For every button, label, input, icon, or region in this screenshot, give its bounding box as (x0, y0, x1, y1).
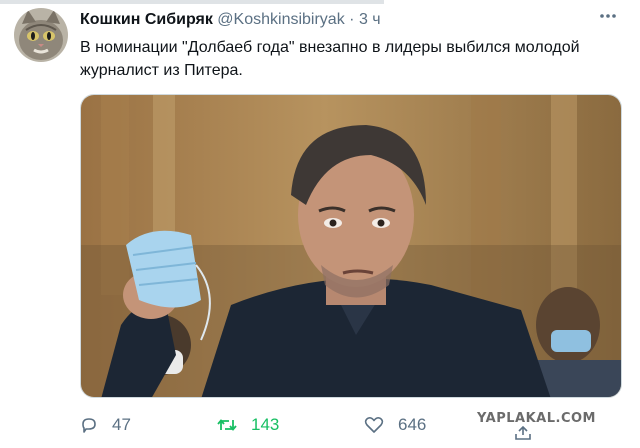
reply-button[interactable]: 47 (80, 412, 131, 438)
more-icon (600, 14, 616, 18)
like-button[interactable]: 646 (364, 412, 426, 438)
user-handle[interactable]: @Koshkinsibiryak (217, 11, 344, 28)
timestamp[interactable]: 3 ч (359, 11, 381, 28)
like-count: 646 (398, 415, 427, 434)
share-button[interactable] (514, 425, 532, 440)
cat-avatar-icon (14, 8, 68, 62)
separator-dot: · (349, 11, 355, 28)
avatar[interactable] (14, 8, 68, 62)
watermark-text: YAPLAKAL.COM (477, 411, 596, 426)
tweet-text: В номинации "Долбаеб года" внезапно в ли… (80, 39, 580, 79)
retweet-button[interactable]: 143 (217, 412, 279, 438)
previous-tweet-edge (0, 0, 640, 4)
share-icon (515, 425, 531, 440)
more-button[interactable] (598, 10, 618, 26)
heart-icon (364, 417, 384, 433)
reply-count: 47 (112, 415, 131, 434)
retweet-count: 143 (251, 415, 280, 434)
display-name[interactable]: Кошкин Сибиряк (80, 11, 213, 28)
photo-image (81, 95, 621, 397)
retweet-icon (217, 419, 237, 431)
tweet-photo[interactable] (80, 94, 622, 398)
tweet-header: Кошкин Сибиряк @Koshkinsibiryak · 3 ч (80, 10, 600, 30)
reply-icon (82, 418, 96, 433)
